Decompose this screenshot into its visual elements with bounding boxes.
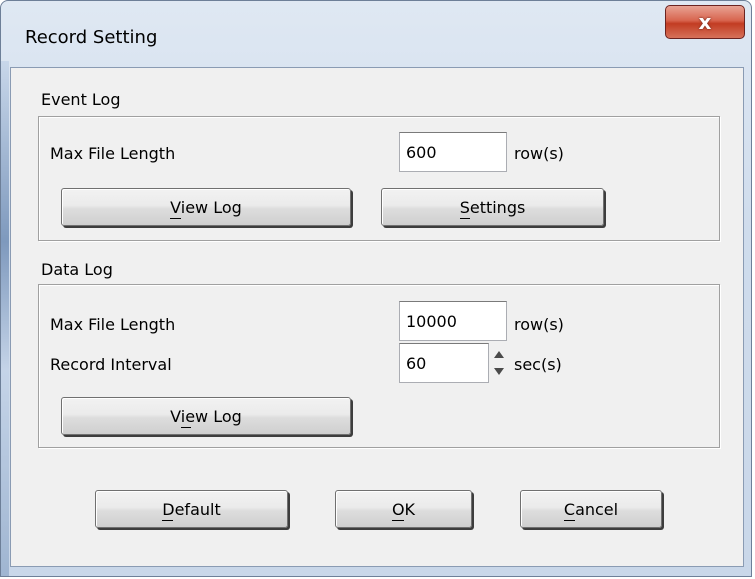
spinner-down-arrow-icon[interactable] bbox=[494, 368, 504, 375]
record-setting-window: Record Setting x Event Log Max File Leng… bbox=[0, 0, 752, 577]
event-log-unit-label: row(s) bbox=[514, 144, 564, 163]
data-log-row-unit-label: row(s) bbox=[514, 315, 564, 334]
default-button-label: Default bbox=[162, 499, 221, 519]
default-button[interactable]: Default bbox=[95, 490, 288, 528]
data-log-group: Max File Length row(s) Record Interval s… bbox=[38, 284, 720, 448]
event-log-group-label: Event Log bbox=[41, 90, 121, 109]
ok-button-label: OK bbox=[391, 499, 416, 519]
event-log-view-log-label: View Log bbox=[170, 197, 242, 217]
cancel-button-label: Cancel bbox=[563, 499, 619, 519]
record-interval-spinner[interactable] bbox=[489, 343, 509, 383]
data-log-view-log-label: View Log bbox=[170, 406, 242, 426]
window-frame-edge bbox=[1, 61, 9, 576]
data-log-record-interval-input[interactable] bbox=[399, 343, 489, 383]
data-log-max-file-length-input[interactable] bbox=[399, 301, 507, 341]
event-log-view-log-button[interactable]: View Log bbox=[61, 188, 351, 226]
data-log-sec-unit-label: sec(s) bbox=[514, 355, 562, 374]
data-log-group-label: Data Log bbox=[41, 260, 113, 279]
event-log-max-file-length-input[interactable] bbox=[399, 132, 507, 172]
window-title: Record Setting bbox=[25, 27, 158, 48]
cancel-button[interactable]: Cancel bbox=[520, 490, 662, 528]
data-log-max-file-length-label: Max File Length bbox=[50, 315, 176, 334]
event-log-max-file-length-label: Max File Length bbox=[50, 144, 176, 163]
event-log-settings-button[interactable]: Settings bbox=[381, 188, 604, 226]
event-log-settings-label: Settings bbox=[459, 197, 526, 217]
ok-button[interactable]: OK bbox=[335, 490, 472, 528]
dialog-client-area: Event Log Max File Length row(s) View Lo… bbox=[10, 67, 744, 567]
close-icon: x bbox=[698, 10, 712, 34]
data-log-record-interval-label: Record Interval bbox=[50, 355, 172, 374]
data-log-view-log-button[interactable]: View Log bbox=[61, 397, 351, 435]
close-button[interactable]: x bbox=[665, 5, 745, 39]
event-log-group: Max File Length row(s) View Log Settings bbox=[38, 116, 720, 241]
spinner-up-arrow-icon[interactable] bbox=[494, 351, 504, 358]
